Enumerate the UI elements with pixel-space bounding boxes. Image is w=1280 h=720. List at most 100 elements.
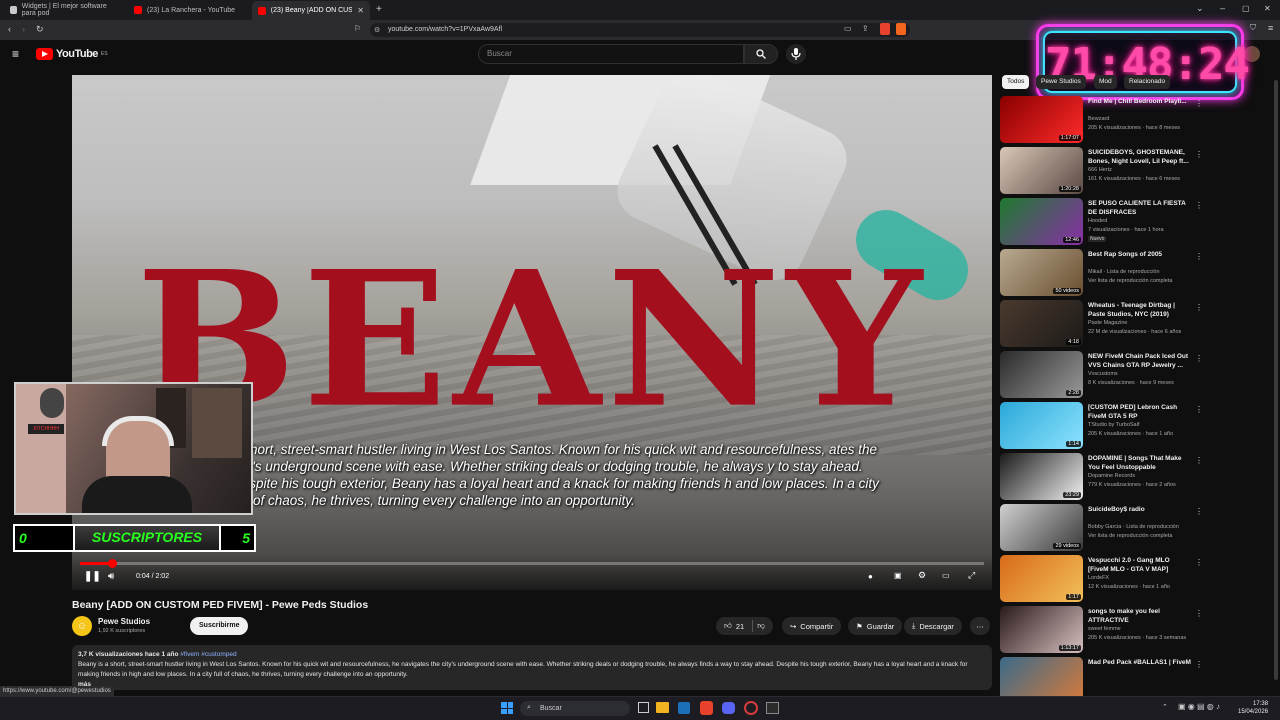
tray-icons[interactable]: ▣ ◉ ▤ ◍ ♪	[1178, 702, 1220, 711]
chip-mod[interactable]: Mod	[1094, 75, 1117, 89]
back-arrow-icon[interactable]: ‹	[8, 24, 11, 34]
recommendation-item[interactable]: 1:14 [CUSTOM PED] Lebron Cash FiveM GTA 5…	[1000, 402, 1203, 450]
more-actions-button[interactable]: ⋯	[970, 617, 990, 635]
autoplay-toggle[interactable]: ●	[868, 572, 873, 581]
pause-button[interactable]: ❚❚	[84, 571, 101, 582]
more-options-icon[interactable]: ⋮	[1195, 252, 1203, 261]
cast-icon[interactable]: ▭	[844, 24, 852, 33]
browser-tab-la-ranchera[interactable]: (23) La Ranchera - YouTube	[128, 2, 246, 18]
video-thumbnail[interactable]: 23:29	[1000, 453, 1083, 500]
recommendation-title[interactable]: Wheatus - Teenage Dirtbag | Paste Studio…	[1088, 302, 1192, 319]
download-button[interactable]: ⤓ Descargar	[904, 617, 962, 635]
voice-search-button[interactable]	[786, 44, 806, 64]
more-options-icon[interactable]: ⋮	[1195, 456, 1203, 465]
recommendation-title[interactable]: Find Me | Chill Bedroom Playli...	[1088, 98, 1192, 107]
chevron-up-icon[interactable]: ⌃	[1162, 703, 1168, 711]
youtube-logo[interactable]: YouTube ES	[36, 48, 108, 60]
thumbs-down-icon[interactable]: 👎︎	[757, 621, 765, 631]
recommendation-channel[interactable]: 666 Hertz	[1088, 167, 1112, 173]
recommendation-item[interactable]: 4:18 Wheatus - Teenage Dirtbag | Paste St…	[1000, 300, 1203, 348]
video-thumbnail[interactable]: 29 videos	[1000, 504, 1083, 551]
recommendation-item[interactable]: 1:20:28 SUICIDEBOYS, GHOSTEMANE, Bones, N…	[1000, 147, 1203, 195]
video-thumbnail[interactable]: 1:17	[1000, 555, 1083, 602]
subscribe-button[interactable]: Suscribirme	[190, 617, 249, 635]
progress-scrubber[interactable]	[108, 559, 117, 568]
description-box[interactable]: 3,7 K visualizaciones hace 1 año #fivem …	[72, 645, 992, 690]
share-icon[interactable]: ⇪	[862, 24, 869, 33]
browser-tab-beany[interactable]: (23) Beany [ADD ON CUSTOM ✕	[252, 1, 370, 20]
taskbar-search[interactable]: Buscar	[520, 701, 630, 716]
recommendation-title[interactable]: Best Rap Songs of 2005	[1088, 251, 1192, 260]
search-button[interactable]	[744, 44, 778, 64]
recommendation-channel[interactable]: Dopamine Records	[1088, 473, 1135, 479]
more-options-icon[interactable]: ⋮	[1195, 354, 1203, 363]
app-icon[interactable]	[766, 702, 779, 714]
reload-icon[interactable]: ↻	[36, 24, 44, 35]
recommendation-item[interactable]: 12:46 SE PUSO CALIENTE LA FIESTA DE DISFR…	[1000, 198, 1203, 246]
recommendation-title[interactable]: SUICIDEBOYS, GHOSTEMANE, Bones, Night Lo…	[1088, 149, 1192, 166]
file-explorer-icon[interactable]	[656, 702, 669, 713]
clock[interactable]: 17:38 15/04/2026	[1238, 700, 1268, 716]
search-input[interactable]: Buscar	[478, 44, 744, 64]
more-options-icon[interactable]: ⋮	[1195, 660, 1203, 669]
recommendation-channel[interactable]: Vvscustoms	[1088, 371, 1118, 377]
video-thumbnail[interactable]: 1:13:17	[1000, 606, 1083, 653]
minimize-button[interactable]: –	[1220, 3, 1225, 13]
new-tab-button[interactable]: +	[376, 4, 382, 15]
recommendation-title[interactable]: SuicideBoy$ radio	[1088, 506, 1192, 515]
video-thumbnail[interactable]: 12:46	[1000, 198, 1083, 245]
menu-icon[interactable]: ≡	[1268, 23, 1273, 33]
recommendation-channel[interactable]: sweet femme	[1088, 626, 1121, 632]
sidebar-scrollbar[interactable]	[1274, 80, 1278, 680]
close-tab-icon[interactable]: ✕	[357, 6, 364, 15]
more-options-icon[interactable]: ⋮	[1195, 201, 1203, 210]
brave-browser-icon[interactable]	[700, 701, 713, 715]
recommendation-title[interactable]: SE PUSO CALIENTE LA FIESTA DE DISFRACES	[1088, 200, 1192, 217]
close-window-button[interactable]: ✕	[1264, 4, 1271, 13]
more-options-icon[interactable]: ⋮	[1195, 303, 1203, 312]
recommendation-item[interactable]: 50 videos Best Rap Songs of 2005 Mikail · …	[1000, 249, 1203, 297]
recommendation-title[interactable]: NEW FiveM Chain Pack Iced Out VVS Chains…	[1088, 353, 1192, 370]
recommendation-channel[interactable]: Paste Magazine	[1088, 320, 1127, 326]
obs-icon[interactable]	[744, 701, 758, 715]
hashtags[interactable]: #fivem #customped	[180, 651, 236, 658]
chip-pewe-studios[interactable]: Pewe Studios	[1036, 75, 1086, 89]
recommendation-channel[interactable]: Bobby Garcia · Lista de reproducción	[1088, 524, 1179, 530]
recommendation-channel[interactable]: Bewzard	[1088, 116, 1109, 122]
volume-icon[interactable]: 🔊︎	[108, 571, 114, 582]
url-field[interactable]: youtube.com/watch?v=1PVxaAw9Afl	[370, 23, 910, 37]
video-thumbnail[interactable]: 1:14	[1000, 402, 1083, 449]
video-thumbnail[interactable]: 2:28	[1000, 351, 1083, 398]
recommendation-title[interactable]: [CUSTOM PED] Lebron Cash FiveM GTA 5 RP	[1088, 404, 1192, 421]
recommendation-item[interactable]: 1:17:07 Find Me | Chill Bedroom Playli...…	[1000, 96, 1203, 144]
discord-icon[interactable]	[722, 702, 735, 714]
brave-rewards-icon[interactable]	[896, 23, 906, 35]
browser-tab-widgets[interactable]: Widgets | El mejor software para pod	[4, 2, 124, 18]
more-options-icon[interactable]: ⋮	[1195, 558, 1203, 567]
windows-start-icon[interactable]	[501, 702, 513, 714]
video-thumbnail[interactable]: 50 videos	[1000, 249, 1083, 296]
hamburger-menu-icon[interactable]: ≡	[12, 47, 19, 61]
recommendation-title[interactable]: Mad Ped Pack #BALLAS1 | FiveM	[1088, 659, 1192, 668]
task-view-icon[interactable]	[638, 702, 649, 713]
recommendation-channel[interactable]: TStudio by TurboSaif	[1088, 422, 1139, 428]
site-info-icon[interactable]: ⚙	[374, 26, 380, 34]
chevron-down-icon[interactable]: ⌄	[1196, 3, 1204, 14]
channel-name[interactable]: Pewe Studios	[98, 617, 150, 626]
video-thumbnail[interactable]: 4:18	[1000, 300, 1083, 347]
recommendation-title[interactable]: songs to make you feel ATTRACTIVE	[1088, 608, 1192, 625]
subtitles-icon[interactable]: ▣	[894, 571, 902, 580]
recommendation-channel[interactable]: Hooded	[1088, 218, 1107, 224]
settings-gear-icon[interactable]: ⚙	[918, 570, 926, 581]
forward-arrow-icon[interactable]: ›	[22, 24, 25, 34]
more-options-icon[interactable]: ⋮	[1195, 99, 1203, 108]
video-thumbnail[interactable]: 1:20:28	[1000, 147, 1083, 194]
more-options-icon[interactable]: ⋮	[1195, 150, 1203, 159]
shield-icon[interactable]: ⛉	[1250, 23, 1256, 33]
share-button[interactable]: ↪ Compartir	[782, 617, 842, 635]
maximize-button[interactable]: ▢	[1242, 4, 1250, 13]
progress-bar[interactable]	[80, 559, 984, 568]
like-button[interactable]: 👍︎ 21 👎︎	[716, 617, 773, 635]
fullscreen-icon[interactable]: ⤢	[968, 570, 975, 581]
recommendation-item[interactable]: 2:28 NEW FiveM Chain Pack Iced Out VVS Ch…	[1000, 351, 1203, 399]
